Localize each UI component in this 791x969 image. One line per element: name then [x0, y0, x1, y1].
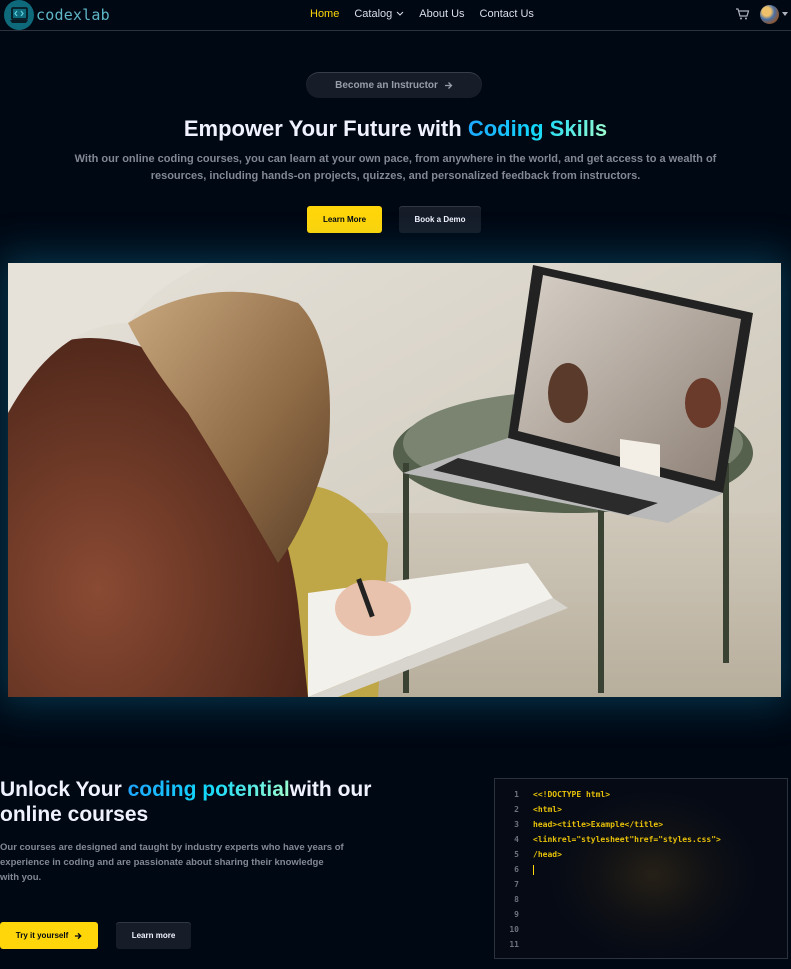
code-line-number: 8: [514, 895, 519, 904]
nav-contact[interactable]: Contact Us: [480, 8, 534, 20]
hero-title-plain: Empower Your Future with: [183, 116, 468, 141]
nav-about[interactable]: About Us: [419, 8, 464, 20]
code-line: 1 <<!DOCTYPE html>: [495, 787, 787, 802]
section2-title-before: Unlock Your: [0, 778, 128, 801]
section2-learn-more-button[interactable]: Learn more: [116, 922, 191, 949]
code-line-number: 10: [509, 925, 519, 934]
code-line: 11: [495, 937, 787, 952]
hero-subtitle: With our online coding courses, you can …: [74, 153, 717, 182]
cart-icon[interactable]: [735, 7, 750, 21]
code-line-number: 2: [514, 805, 519, 814]
code-block: 1 <<!DOCTYPE html> 2 <html> 3 head><title>Exa…: [494, 778, 788, 959]
hero-title-highlight: Coding Skills: [467, 116, 608, 141]
code-line-number: 3: [514, 820, 519, 829]
nav-catalog[interactable]: Catalog: [354, 8, 404, 20]
nav-catalog-label: Catalog: [354, 8, 393, 20]
hero-image: [8, 263, 781, 697]
code-line-text: /head>: [533, 850, 562, 859]
code-line: 2 <html>: [495, 802, 787, 817]
code-line-text: <<!DOCTYPE html>: [533, 790, 611, 799]
become-instructor-label: Become an Instructor: [335, 79, 438, 91]
code-line: 8: [495, 892, 787, 907]
code-line: 7: [495, 877, 787, 892]
code-line-number: 5: [514, 850, 519, 859]
arrow-right-icon: [75, 932, 82, 939]
code-line: 3 head><title>Example</title>: [495, 817, 787, 832]
code-line: 6: [495, 862, 787, 877]
code-line-number: 4: [514, 835, 519, 844]
logo-mark-icon: [4, 0, 34, 30]
code-lines: 1 <<!DOCTYPE html> 2 <html> 3 head><title>Exa…: [495, 787, 787, 952]
logo-text: codexlab: [36, 6, 110, 24]
become-instructor-button[interactable]: Become an Instructor: [306, 72, 482, 98]
code-line-text: head><title>Example</title>: [533, 820, 664, 829]
try-it-yourself-button[interactable]: Try it yourself: [0, 922, 98, 949]
arrow-right-icon: [444, 81, 453, 89]
logo[interactable]: codexlab: [4, 0, 110, 30]
try-it-yourself-label: Try it yourself: [15, 931, 69, 940]
chevron-down-icon: [396, 11, 404, 16]
code-line: 4 <linkrel="stylesheet"href="styles.css">: [495, 832, 787, 847]
code-line-number: 9: [514, 910, 519, 919]
learn-more-button[interactable]: Learn More: [307, 206, 382, 233]
hero-title: Empower Your Future with Coding Skills: [0, 116, 791, 142]
code-line: 9: [495, 907, 787, 922]
nav-home[interactable]: Home: [310, 8, 339, 20]
section2-subtitle: Our courses are designed and taught by i…: [0, 842, 344, 883]
section2-title: Unlock Your coding potentialwith our onl…: [0, 777, 400, 827]
code-line-number: 11: [509, 940, 519, 949]
code-line-number: 7: [514, 880, 519, 889]
nav-links: Home Catalog About Us Contact Us: [310, 8, 534, 20]
book-demo-button[interactable]: Book a Demo: [399, 206, 481, 233]
code-line: 10: [495, 922, 787, 937]
avatar[interactable]: [760, 5, 779, 24]
text-cursor: [533, 864, 534, 875]
code-line: 5/head>: [495, 847, 787, 862]
code-line-text: <linkrel="stylesheet"href="styles.css">: [533, 835, 721, 844]
code-line-number: 6: [514, 865, 519, 874]
code-line-number: 1: [514, 790, 519, 799]
top-navbar: codexlab Home Catalog About Us Contact U…: [0, 0, 791, 31]
code-line-text: <html>: [533, 805, 562, 814]
section2-title-highlight: coding potential: [127, 778, 290, 801]
caret-down-icon[interactable]: [782, 12, 788, 16]
